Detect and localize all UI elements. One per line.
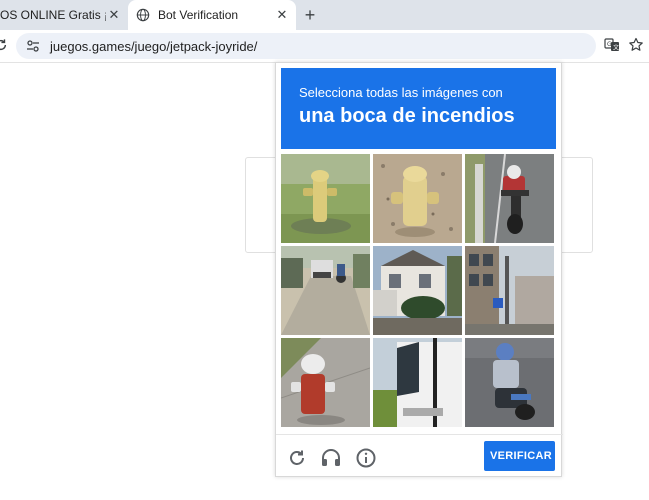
new-tab-button[interactable]: +	[300, 5, 320, 25]
close-icon[interactable]: ✕	[274, 7, 290, 23]
tab-title: Bot Verification	[158, 8, 239, 22]
image-grid	[281, 154, 556, 429]
translate-icon[interactable]: G 文	[604, 37, 620, 53]
bookmark-star-icon[interactable]	[628, 37, 644, 53]
site-info-icon[interactable]	[24, 37, 42, 55]
url-text: juegos.games/juego/jetpack-joyride/	[50, 38, 258, 54]
captcha-tile-8[interactable]	[373, 338, 462, 427]
tab-bar: OS ONLINE Gratis ¡Juegos ✕ Bot Verificat…	[0, 0, 649, 30]
captcha-tile-9[interactable]	[465, 338, 554, 427]
captcha-tile-2[interactable]	[373, 154, 462, 243]
svg-text:G: G	[607, 41, 612, 48]
captcha-tile-3[interactable]	[465, 154, 554, 243]
captcha-tile-1[interactable]	[281, 154, 370, 243]
reload-icon[interactable]	[286, 447, 308, 469]
captcha-challenge: Selecciona todas las imágenes con una bo…	[275, 62, 563, 477]
instruction-text: Selecciona todas las imágenes con	[299, 85, 503, 100]
target-object-text: una boca de incendios	[299, 105, 515, 127]
reload-icon[interactable]	[0, 38, 8, 52]
address-bar[interactable]: juegos.games/juego/jetpack-joyride/	[16, 33, 596, 59]
captcha-tile-5[interactable]	[373, 246, 462, 335]
captcha-tile-7[interactable]	[281, 338, 370, 427]
audio-challenge-icon[interactable]	[320, 447, 342, 469]
captcha-footer: VERIFICAR	[276, 434, 563, 477]
tab-title: OS ONLINE Gratis ¡Juegos	[0, 8, 106, 22]
info-icon[interactable]	[355, 447, 377, 469]
captcha-header: Selecciona todas las imágenes con una bo…	[281, 68, 556, 149]
tab-juegos[interactable]: OS ONLINE Gratis ¡Juegos ✕	[0, 0, 128, 30]
close-icon[interactable]: ✕	[106, 7, 122, 23]
captcha-tile-4[interactable]	[281, 246, 370, 335]
tab-bot-verification[interactable]: Bot Verification ✕	[128, 0, 296, 30]
globe-icon	[136, 8, 150, 22]
svg-text:文: 文	[613, 44, 619, 52]
browser-toolbar: juegos.games/juego/jetpack-joyride/	[0, 30, 649, 63]
verify-button[interactable]: VERIFICAR	[484, 441, 555, 471]
captcha-tile-6[interactable]	[465, 246, 554, 335]
